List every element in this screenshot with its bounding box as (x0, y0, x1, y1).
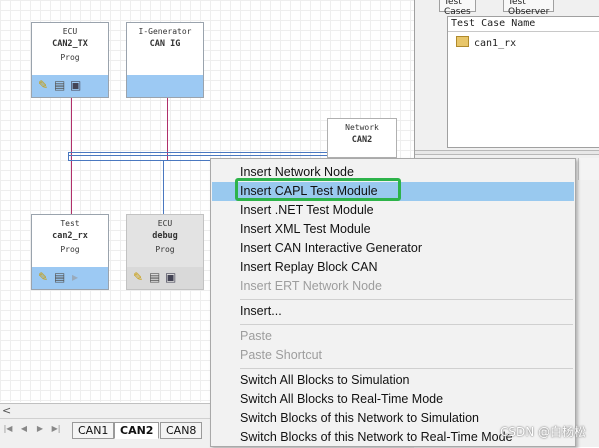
block-text: I-Generator CAN IG (127, 23, 203, 77)
dropdown-arrow[interactable] (578, 158, 599, 180)
menu-item-switch-all-realtime[interactable]: Switch All Blocks to Real-Time Mode (212, 390, 574, 409)
block-type: I-Generator (138, 27, 192, 36)
block-type: ECU (62, 27, 78, 36)
arrow-icon[interactable]: ▸ (72, 271, 78, 283)
node-link-line (71, 98, 72, 214)
test-case-list[interactable]: Test Case Name can1_rx (447, 16, 599, 148)
menu-separator (240, 299, 573, 300)
menu-item-insert-xml-test-module[interactable]: Insert XML Test Module (212, 220, 574, 239)
annotation-highlight-box (235, 178, 401, 201)
scroll-left-icon[interactable]: < (2, 404, 11, 417)
tab-test-cases[interactable]: Test Cases (439, 0, 476, 17)
tab-can1[interactable]: CAN1 (72, 422, 115, 439)
watermark: CSDN @白杨松 (500, 425, 587, 439)
block-mode: Prog (60, 53, 80, 62)
bus-line (68, 152, 330, 153)
igen-block-can[interactable]: I-Generator CAN IG (126, 22, 204, 98)
block-mode: Prog (155, 245, 175, 254)
menu-item-insert-net-test-module[interactable]: Insert .NET Test Module (212, 201, 574, 220)
list-item-label: can1_rx (474, 38, 517, 49)
network-block-can2[interactable]: Network CAN2 (327, 118, 397, 158)
block-toolbar: ✎ ▤ ▣ (127, 267, 203, 289)
block-text: Test can2_rx Prog (32, 215, 108, 269)
menu-item-insert-replay-block-can[interactable]: Insert Replay Block CAN (212, 258, 574, 277)
menu-item-paste-shortcut: Paste Shortcut (240, 348, 322, 362)
node-link-line (163, 160, 164, 214)
bus-line (68, 152, 69, 161)
bus-line (68, 155, 330, 156)
block-name: CAN2_TX (52, 39, 88, 49)
next-tab-icon[interactable]: ▶ (34, 423, 46, 435)
menu-item-insert-ert-network-node: Insert ERT Network Node (240, 279, 382, 293)
block-text: ECU CAN2_TX Prog (32, 23, 108, 77)
block-name: can2_rx (52, 231, 88, 241)
book-icon[interactable]: ▤ (54, 79, 65, 91)
pencil-icon[interactable]: ✎ (38, 271, 48, 283)
block-name: CAN IG (149, 39, 181, 49)
block-mode: Prog (60, 245, 80, 254)
first-tab-icon[interactable]: |◀ (2, 423, 14, 435)
block-name: debug (152, 231, 178, 241)
tab-can8[interactable]: CAN8 (160, 422, 203, 439)
pane-splitter[interactable] (415, 150, 599, 155)
menu-separator (240, 368, 573, 369)
list-header[interactable]: Test Case Name (448, 17, 599, 32)
menu-item-paste: Paste (240, 329, 272, 343)
block-type: Network (345, 123, 379, 132)
menu-separator (240, 324, 573, 325)
block-type: ECU (157, 219, 173, 228)
block-toolbar: ✎ ▤ ▸ (32, 267, 108, 289)
context-menu: Insert Network Node Insert CAPL Test Mod… (210, 158, 576, 447)
test-block-can2-rx[interactable]: Test can2_rx Prog ✎ ▤ ▸ (31, 214, 109, 290)
ecu-block-can2-tx[interactable]: ECU CAN2_TX Prog ✎ ▤ ▣ (31, 22, 109, 98)
book-icon[interactable]: ▤ (149, 271, 160, 283)
folder-icon (456, 36, 469, 47)
pencil-icon[interactable]: ✎ (38, 79, 48, 91)
block-text: Network CAN2 (328, 119, 396, 147)
book-icon[interactable]: ▤ (54, 271, 65, 283)
last-tab-icon[interactable]: ▶| (50, 423, 62, 435)
tab-can2[interactable]: CAN2 (114, 422, 160, 439)
list-item[interactable]: can1_rx (456, 36, 516, 49)
menu-item-insert-can-interactive-generator[interactable]: Insert CAN Interactive Generator (212, 239, 574, 258)
block-name: CAN2 (351, 135, 373, 145)
menu-item-insert-more[interactable]: Insert... (212, 302, 574, 321)
pencil-icon[interactable]: ✎ (133, 271, 143, 283)
computer-icon[interactable]: ▣ (70, 79, 81, 91)
prev-tab-icon[interactable]: ◀ (18, 423, 30, 435)
menu-item-switch-all-simulation[interactable]: Switch All Blocks to Simulation (212, 371, 574, 390)
tab-test-observer[interactable]: Test Observer (503, 0, 555, 17)
block-toolbar (127, 75, 203, 97)
block-text: ECU debug Prog (127, 215, 203, 269)
block-type: Test (60, 219, 80, 228)
ecu-block-debug[interactable]: ECU debug Prog ✎ ▤ ▣ (126, 214, 204, 290)
computer-icon[interactable]: ▣ (165, 271, 176, 283)
node-link-line (167, 98, 168, 160)
block-toolbar: ✎ ▤ ▣ (32, 75, 108, 97)
